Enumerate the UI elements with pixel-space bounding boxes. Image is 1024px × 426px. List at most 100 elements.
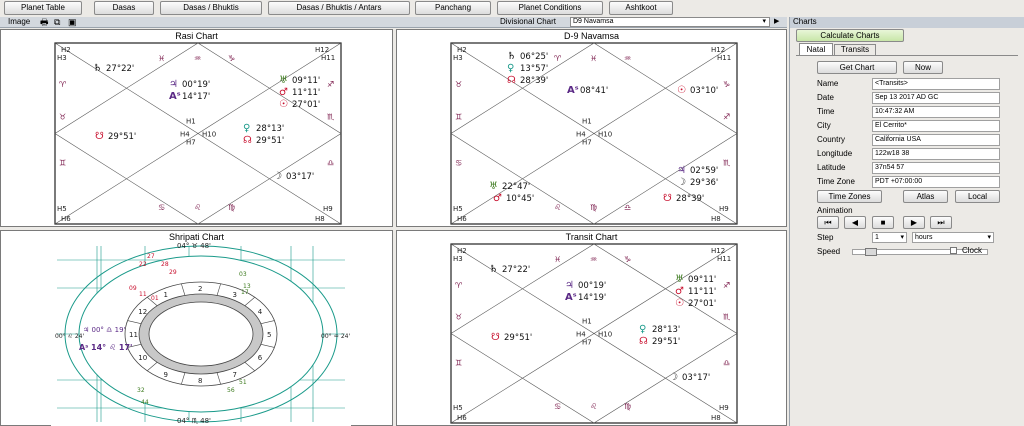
svg-text:00°19': 00°19': [578, 281, 606, 291]
calculate-charts-button[interactable]: Calculate Charts: [796, 29, 904, 42]
planet-rahu: ☊ 28°39': [507, 75, 548, 86]
sign-glyph: ♍: [590, 203, 597, 212]
rasi-chart-diagram: H1 H2H3 H4 H5 H6 H7 H8 H9 H10 H11H12 ♌ ♍ ♎ ♏ ♐ ♑ ♒ ♓ ♈ ♉ ♊ ♋ ♄…: [54, 42, 342, 225]
svg-text:28°13': 28°13': [256, 124, 284, 134]
fast-forward-icon[interactable]: ⏭: [930, 216, 952, 229]
sign-glyph: ♓: [158, 54, 165, 63]
copy-icon[interactable]: ⧉: [54, 17, 60, 27]
dasas-bhuktis-button[interactable]: Dasas / Bhuktis: [160, 1, 262, 15]
ashtkoot-button[interactable]: Ashtkoot: [609, 1, 673, 15]
svg-text:13°57': 13°57': [520, 64, 548, 74]
sign-glyph: ♏: [723, 313, 731, 322]
house-number: 12: [138, 308, 147, 316]
sign-glyph: ♍: [624, 402, 631, 411]
play-icon[interactable]: ▶: [903, 216, 925, 229]
house-label: H10: [598, 331, 612, 339]
svg-text:28°39': 28°39': [520, 76, 548, 86]
house-label: H3: [453, 54, 463, 62]
field-input-longitude[interactable]: 122w18 38: [872, 148, 1000, 160]
arrow-right-icon[interactable]: ▶: [774, 17, 779, 27]
now-button[interactable]: Now: [903, 61, 943, 74]
transit-chart-title: Transit Chart: [565, 232, 618, 242]
house-label: H7: [582, 139, 592, 147]
sign-glyph: ♋: [158, 203, 165, 212]
planet-degree: 11: [139, 291, 147, 298]
house-label: H11: [321, 54, 335, 62]
planet-degree: 32: [137, 387, 145, 394]
house-number: 7: [233, 371, 237, 379]
sign-glyph: ♉: [59, 113, 66, 122]
field-label-date: Date: [817, 93, 834, 102]
field-input-date[interactable]: Sep 13 2017 AD GC: [872, 92, 1000, 104]
divisional-chart-select[interactable]: D9 Navamsa ▾: [570, 17, 770, 27]
step-unit-select[interactable]: hours ▾: [912, 232, 994, 243]
svg-text:♄: ♄: [93, 63, 102, 74]
sign-glyph: ♊: [59, 159, 66, 168]
svg-text:☽: ☽: [669, 372, 678, 383]
house-label: H5: [453, 205, 463, 213]
field-input-name[interactable]: <Transits>: [872, 78, 1000, 90]
svg-text:☊: ☊: [639, 336, 648, 347]
charts-side-panel: Charts Calculate Charts Natal Transits G…: [789, 17, 1024, 426]
top-toolbar: Planet Table Dasas Dasas / Bhuktis Dasas…: [0, 0, 1024, 16]
sign-glyph: ♒: [194, 54, 201, 63]
svg-text:11°11': 11°11': [688, 287, 716, 297]
house-label: H1: [582, 318, 592, 326]
stop-icon[interactable]: ■: [872, 216, 894, 229]
rewind-icon[interactable]: ⏮: [817, 216, 839, 229]
field-label-time-zone: Time Zone: [817, 177, 855, 186]
tab-natal[interactable]: Natal: [799, 43, 833, 55]
tab-transits[interactable]: Transits: [834, 44, 876, 55]
get-chart-button[interactable]: Get Chart: [817, 61, 897, 74]
planet-conditions-button[interactable]: Planet Conditions: [497, 1, 603, 15]
field-input-latitude[interactable]: 37n54 57: [872, 162, 1000, 174]
print-icon[interactable]: 🖶: [40, 17, 49, 27]
shripati-chart-panel: Shripati Chart 1 2 3 4 5 6 7 8 9 10 11 12 04° ♉ 48' 0…: [0, 230, 393, 426]
step-value-select[interactable]: 1 ▾: [872, 232, 907, 243]
house-number: 11: [129, 331, 138, 339]
dasas-button[interactable]: Dasas: [94, 1, 154, 15]
planet-asc: Aˢ 14°17': [169, 91, 210, 102]
step-label: Step: [817, 233, 834, 242]
panchang-button[interactable]: Panchang: [415, 1, 491, 15]
step-back-icon[interactable]: ◀: [844, 216, 866, 229]
svg-text:27°01': 27°01': [688, 299, 716, 309]
save-image-icon[interactable]: ▣: [68, 17, 77, 27]
sign-glyph: ♍: [228, 203, 235, 212]
house-label: H10: [598, 131, 612, 139]
sign-glyph: ♏: [723, 159, 731, 168]
sign-glyph: ♒: [590, 255, 597, 264]
field-label-longitude: Longitude: [817, 149, 853, 158]
house-label: H12: [711, 46, 725, 54]
planet-degree: 51: [239, 379, 247, 386]
time-zones-button[interactable]: Time Zones: [817, 190, 882, 203]
dasas-bhuktis-antars-button[interactable]: Dasas / Bhuktis / Antars: [268, 1, 410, 15]
house-label: H6: [457, 414, 467, 422]
svg-text:27°01': 27°01': [292, 100, 320, 110]
rasi-chart-title: Rasi Chart: [175, 31, 218, 41]
svg-text:28°39': 28°39': [676, 194, 704, 204]
svg-text:☉: ☉: [675, 298, 684, 309]
svg-text:02°59': 02°59': [690, 166, 718, 176]
side-panel-header: Charts: [790, 17, 1024, 28]
sign-glyph: ♒: [624, 54, 631, 63]
clock-checkbox[interactable]: [950, 247, 957, 254]
field-input-country[interactable]: California USA: [872, 134, 1000, 146]
house-label: H2: [457, 247, 467, 255]
svg-text:27°22': 27°22': [502, 265, 530, 275]
speed-slider-handle[interactable]: [865, 248, 877, 256]
atlas-button[interactable]: Atlas: [903, 190, 948, 203]
field-input-time[interactable]: 10:47:32 AM: [872, 106, 1000, 118]
planet-sat: ♄ 27°22': [93, 63, 134, 74]
local-button[interactable]: Local: [955, 190, 1000, 203]
svg-text:09°11': 09°11': [688, 275, 716, 285]
svg-text:03°10': 03°10': [690, 86, 718, 96]
field-input-time-zone[interactable]: PDT +07:00:00: [872, 176, 1000, 188]
field-input-city[interactable]: El Cerrito*: [872, 120, 1000, 132]
house-number: 1: [164, 291, 168, 299]
planet-table-button[interactable]: Planet Table: [4, 1, 82, 15]
step-unit: hours: [915, 234, 933, 241]
chevron-down-icon: ▾: [762, 18, 766, 25]
svg-text:☋: ☋: [663, 193, 672, 204]
house-label: H8: [315, 215, 325, 223]
